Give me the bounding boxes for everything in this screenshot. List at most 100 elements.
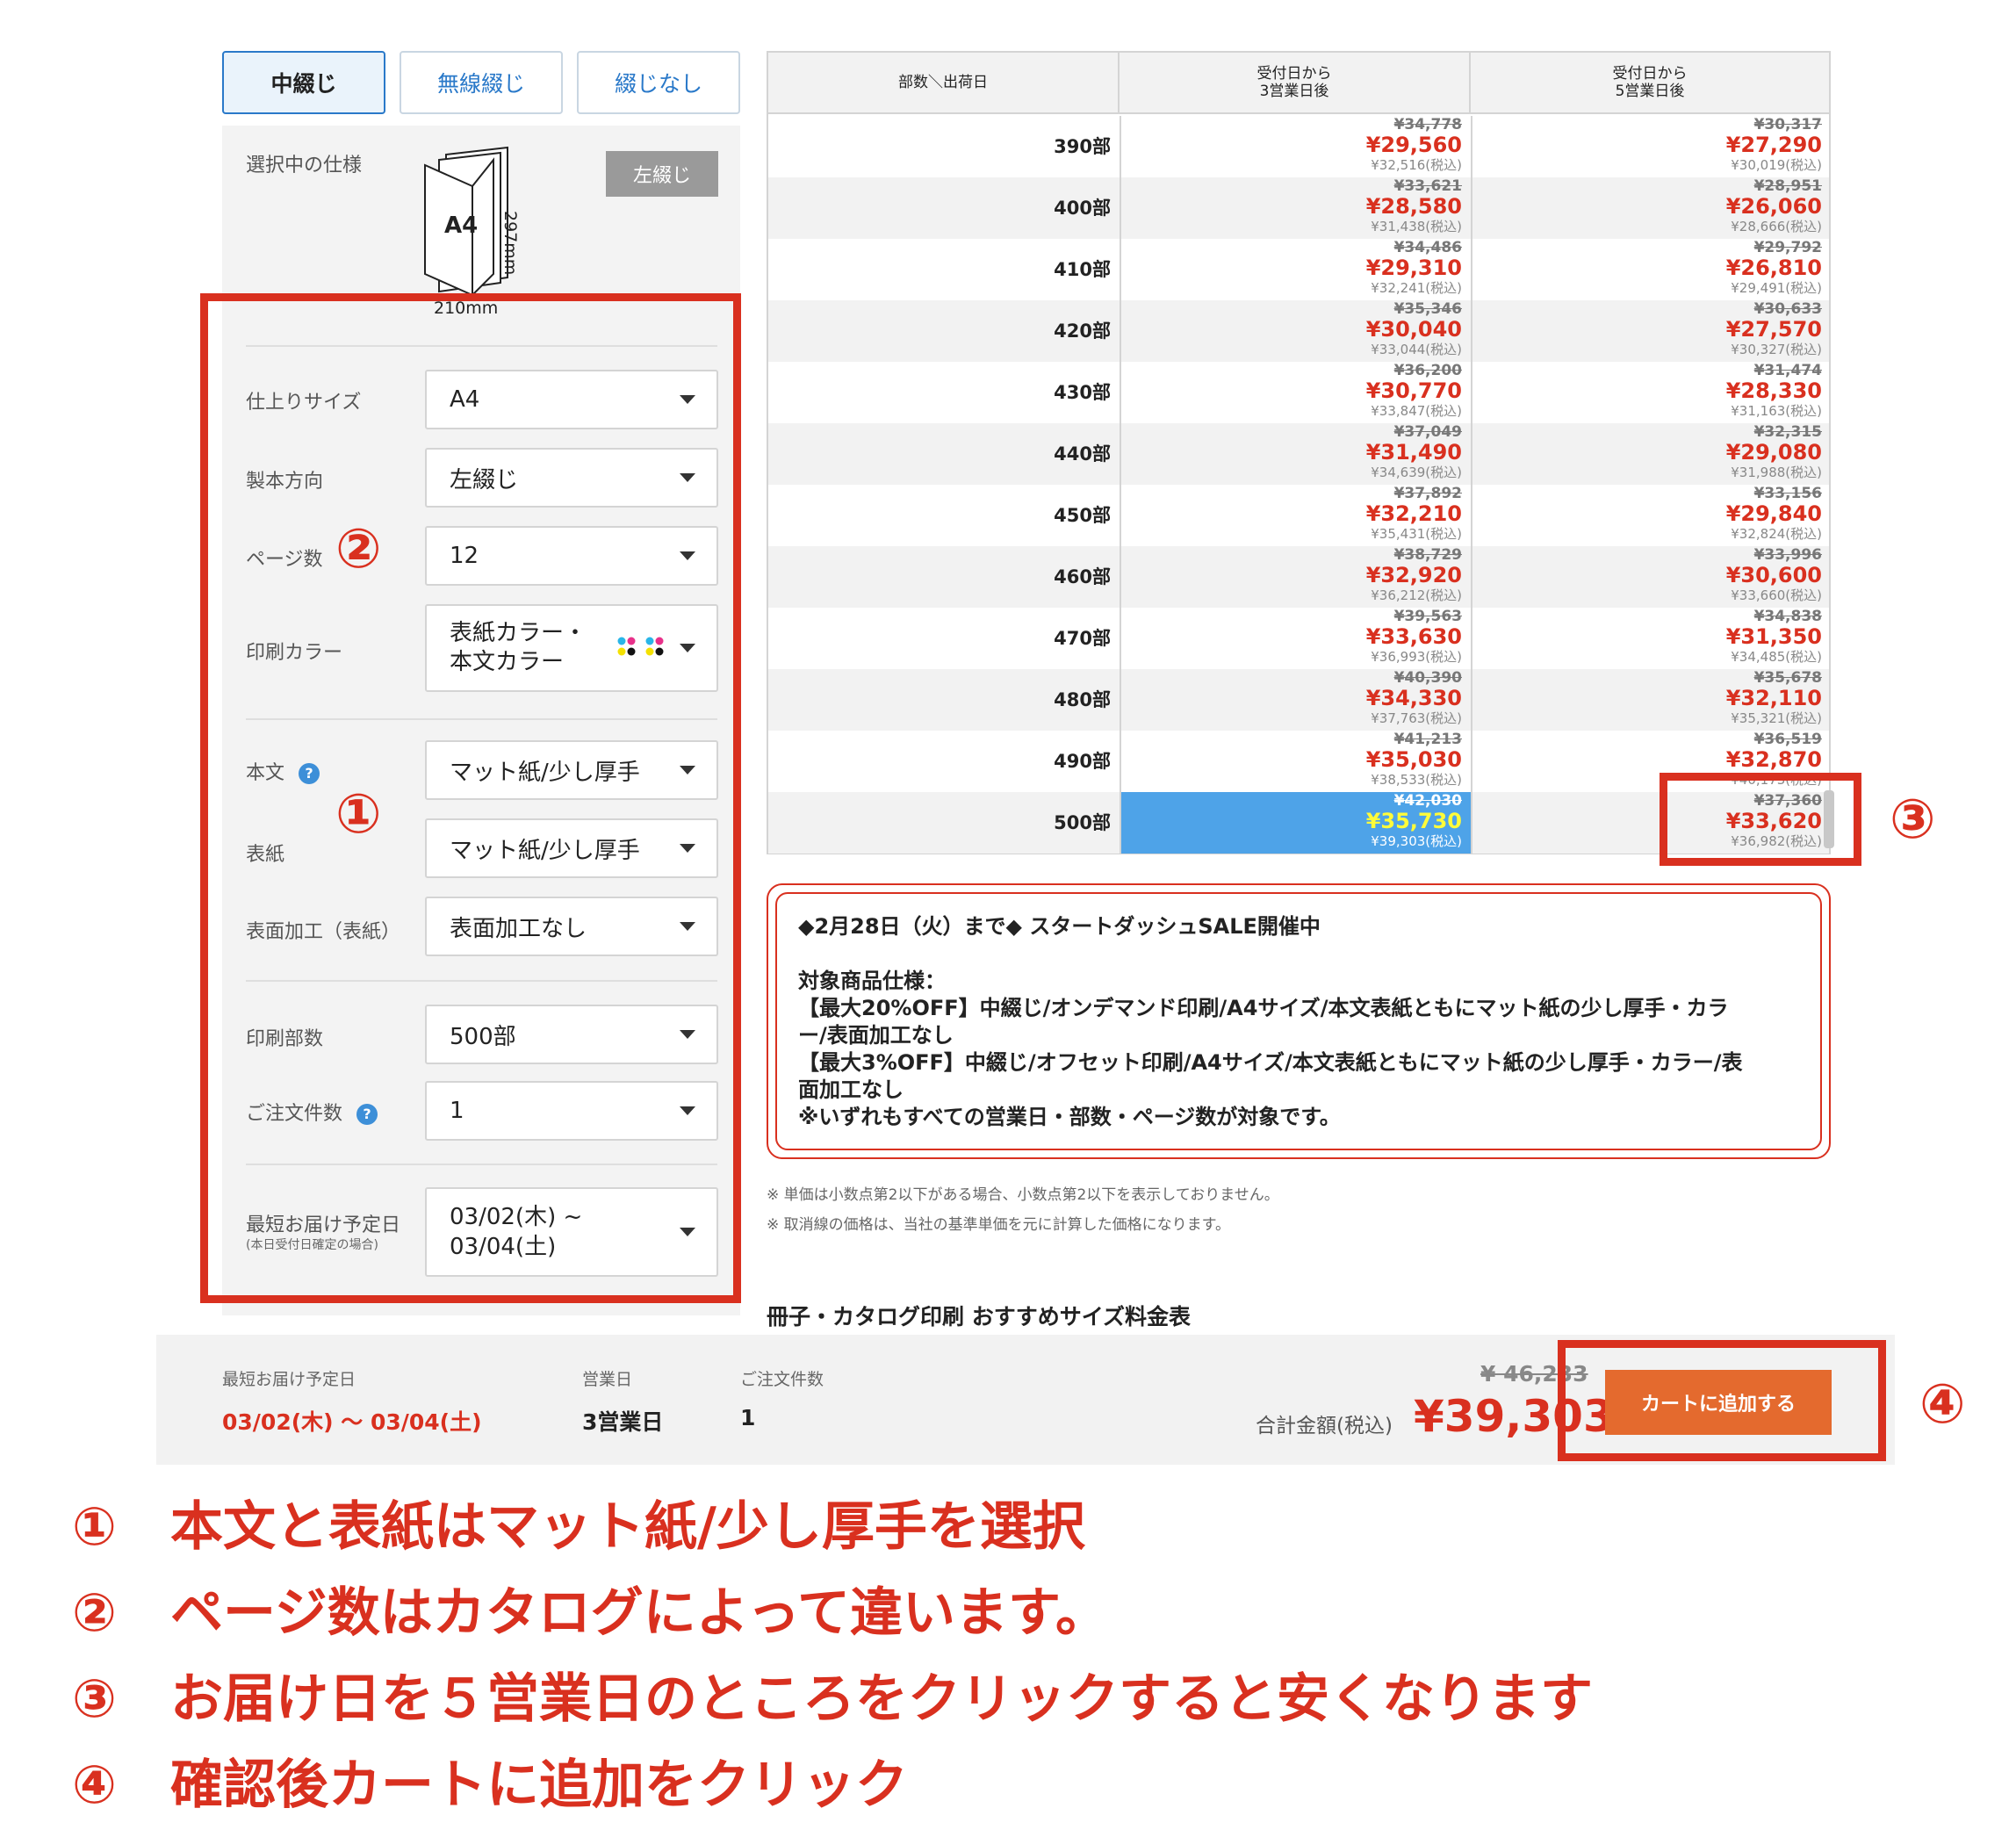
tax-included-price: ¥31,163(税込) <box>1731 403 1822 419</box>
price-cell-3days[interactable]: ¥33,621 ¥28,580 ¥31,438(税込) <box>1120 177 1471 239</box>
note-strike-price: ※ 取消線の価格は、当社の基準単価を元に計算した価格になります。 <box>767 1216 1230 1234</box>
sale-price: ¥26,810 <box>1725 256 1822 280</box>
tab-perfect-binding[interactable]: 無線綴じ <box>400 51 563 114</box>
price-cell-3days[interactable]: ¥38,729 ¥32,920 ¥36,212(税込) <box>1120 546 1471 608</box>
list-price: ¥37,892 <box>1393 485 1462 502</box>
list-price: ¥28,951 <box>1753 177 1822 195</box>
table-header-corner: 部数＼出荷日 <box>768 53 1120 114</box>
sale-price: ¥31,350 <box>1725 624 1822 649</box>
marker-1: ① <box>335 782 382 846</box>
price-cell-3days[interactable]: ¥41,213 ¥35,030 ¥38,533(税込) <box>1120 731 1471 792</box>
tax-included-price: ¥36,993(税込) <box>1371 649 1462 665</box>
row-quantity: 430部 <box>1054 382 1111 403</box>
row-quantity: 470部 <box>1054 628 1111 649</box>
sale-price: ¥32,110 <box>1725 686 1822 710</box>
binding-badge: 左綴じ <box>606 151 718 197</box>
tax-included-price: ¥34,485(税込) <box>1731 649 1822 665</box>
tax-included-price: ¥29,491(税込) <box>1731 280 1822 296</box>
tab-no-binding[interactable]: 綴じなし <box>577 51 740 114</box>
sale-price: ¥32,210 <box>1365 501 1462 526</box>
sale-title: ◆2月28日（火）まで◆ スタートダッシュSALE開催中 <box>798 914 1321 939</box>
section-title: 冊子・カタログ印刷 おすすめサイズ料金表 <box>767 1304 1191 1329</box>
table-row: 460部 ¥38,729 ¥32,920 ¥36,212(税込) ¥33,996 ¥30,… <box>768 546 1829 608</box>
sale-price: ¥31,490 <box>1365 440 1462 465</box>
list-price: ¥30,317 <box>1753 116 1822 133</box>
price-cell-3days[interactable]: ¥39,563 ¥33,630 ¥36,993(税込) <box>1120 608 1471 669</box>
price-cell-5days[interactable]: ¥33,996 ¥30,600 ¥33,660(税込) <box>1471 546 1831 608</box>
footer-total-label: 合計金額(税込) <box>1256 1415 1393 1437</box>
tax-included-price: ¥33,660(税込) <box>1731 587 1822 603</box>
table-row: 450部 ¥37,892 ¥32,210 ¥35,431(税込) ¥33,156 ¥29,… <box>768 485 1829 546</box>
table-header-5days: 受付日から 5営業日後 <box>1471 53 1829 114</box>
tax-included-price: ¥33,847(税込) <box>1371 403 1462 419</box>
instruction-4: ④ 確認後カートに追加をクリック <box>72 1754 908 1816</box>
sale-line: 【最大20%OFF】中綴じ/オンデマンド印刷/A4サイズ/本文表紙ともにマット紙… <box>798 996 1729 1020</box>
sale-line: 対象商品仕様： <box>798 969 946 993</box>
row-quantity: 500部 <box>1054 812 1111 833</box>
annotation-box-options <box>200 293 741 1303</box>
table-row: 410部 ¥34,486 ¥29,310 ¥32,241(税込) ¥29,792 ¥26,… <box>768 239 1829 300</box>
list-price: ¥35,346 <box>1393 300 1462 318</box>
marker-4: ④ <box>1919 1372 1966 1436</box>
row-quantity: 480部 <box>1054 689 1111 710</box>
table-row: 420部 ¥35,346 ¥30,040 ¥33,044(税込) ¥30,633 ¥27,… <box>768 300 1829 362</box>
price-cell-5days[interactable]: ¥34,838 ¥31,350 ¥34,485(税込) <box>1471 608 1831 669</box>
price-cell-5days[interactable]: ¥28,951 ¥26,060 ¥28,666(税込) <box>1471 177 1831 239</box>
list-price: ¥36,200 <box>1393 362 1462 379</box>
price-cell-3days[interactable]: ¥34,778 ¥29,560 ¥32,516(税込) <box>1120 116 1471 177</box>
list-price: ¥34,486 <box>1393 239 1462 256</box>
list-price: ¥39,563 <box>1393 608 1462 625</box>
tax-included-price: ¥37,763(税込) <box>1371 710 1462 726</box>
sale-price: ¥30,600 <box>1725 563 1822 587</box>
sale-price: ¥28,330 <box>1725 378 1822 403</box>
price-cell-5days[interactable]: ¥33,156 ¥29,840 ¥32,824(税込) <box>1471 485 1831 546</box>
price-cell-3days[interactable]: ¥34,486 ¥29,310 ¥32,241(税込) <box>1120 239 1471 300</box>
row-quantity: 390部 <box>1054 136 1111 157</box>
sale-price: ¥27,570 <box>1725 317 1822 342</box>
add-to-cart-button[interactable]: カートに追加する <box>1605 1370 1832 1435</box>
tax-included-price: ¥32,516(税込) <box>1371 157 1462 173</box>
list-price: ¥37,049 <box>1393 423 1462 441</box>
tax-included-price: ¥32,241(税込) <box>1371 280 1462 296</box>
tax-included-price: ¥28,666(税込) <box>1731 219 1822 234</box>
price-cell-5days[interactable]: ¥30,633 ¥27,570 ¥30,327(税込) <box>1471 300 1831 362</box>
list-price: ¥33,156 <box>1753 485 1822 502</box>
list-price: ¥40,390 <box>1393 669 1462 687</box>
sale-price: ¥35,030 <box>1365 747 1462 772</box>
list-price: ¥36,519 <box>1753 731 1822 748</box>
table-scrollbar[interactable] <box>1824 790 1834 848</box>
price-cell-3days[interactable]: ¥37,892 ¥32,210 ¥35,431(税込) <box>1120 485 1471 546</box>
tax-included-price: ¥33,044(税込) <box>1371 342 1462 357</box>
price-cell-3days[interactable]: ¥36,200 ¥30,770 ¥33,847(税込) <box>1120 362 1471 423</box>
sale-price: ¥32,870 <box>1725 747 1822 772</box>
tax-included-price: ¥30,019(税込) <box>1731 157 1822 173</box>
price-cell-5days[interactable]: ¥35,678 ¥32,110 ¥35,321(税込) <box>1471 669 1831 731</box>
tax-included-price: ¥30,327(税込) <box>1731 342 1822 357</box>
footer-delivery-label: 最短お届け予定日 <box>222 1370 356 1389</box>
price-cell-5days[interactable]: ¥30,317 ¥27,290 ¥30,019(税込) <box>1471 116 1831 177</box>
footer-orders-value: 1 <box>740 1405 756 1430</box>
table-row: 430部 ¥36,200 ¥30,770 ¥33,847(税込) ¥31,474 ¥28,… <box>768 362 1829 423</box>
sale-price: ¥26,060 <box>1725 194 1822 219</box>
price-cell-5days[interactable]: ¥31,474 ¥28,330 ¥31,163(税込) <box>1471 362 1831 423</box>
price-cell-3days[interactable]: ¥35,346 ¥30,040 ¥33,044(税込) <box>1120 300 1471 362</box>
sale-price: ¥29,310 <box>1365 256 1462 280</box>
tab-saddle-stitch[interactable]: 中綴じ <box>222 51 385 114</box>
sale-line: 面加工なし <box>798 1077 904 1102</box>
row-quantity: 440部 <box>1054 443 1111 465</box>
row-quantity: 490部 <box>1054 751 1111 772</box>
instruction-1: ① 本文と表紙はマット紙/少し厚手を選択 <box>72 1496 1085 1558</box>
sale-line: ※いずれもすべての営業日・部数・ページ数が対象です。 <box>798 1105 1341 1129</box>
footer-days-label: 営業日 <box>582 1370 633 1389</box>
sale-price: ¥30,770 <box>1365 378 1462 403</box>
list-price: ¥32,315 <box>1753 423 1822 441</box>
price-cell-3days[interactable]: ¥37,049 ¥31,490 ¥34,639(税込) <box>1120 423 1471 485</box>
price-cell-5days[interactable]: ¥29,792 ¥26,810 ¥29,491(税込) <box>1471 239 1831 300</box>
tax-included-price: ¥35,431(税込) <box>1371 526 1462 542</box>
price-cell-3days[interactable]: ¥40,390 ¥34,330 ¥37,763(税込) <box>1120 669 1471 731</box>
sale-line: ー/表面加工なし <box>798 1023 954 1048</box>
table-row: 440部 ¥37,049 ¥31,490 ¥34,639(税込) ¥32,315 ¥29,… <box>768 423 1829 485</box>
price-cell-3days[interactable]: ¥42,030 ¥35,730 ¥39,303(税込) <box>1120 792 1471 854</box>
price-cell-5days[interactable]: ¥32,315 ¥29,080 ¥31,988(税込) <box>1471 423 1831 485</box>
footer-orders-label: ご注文件数 <box>740 1370 824 1389</box>
